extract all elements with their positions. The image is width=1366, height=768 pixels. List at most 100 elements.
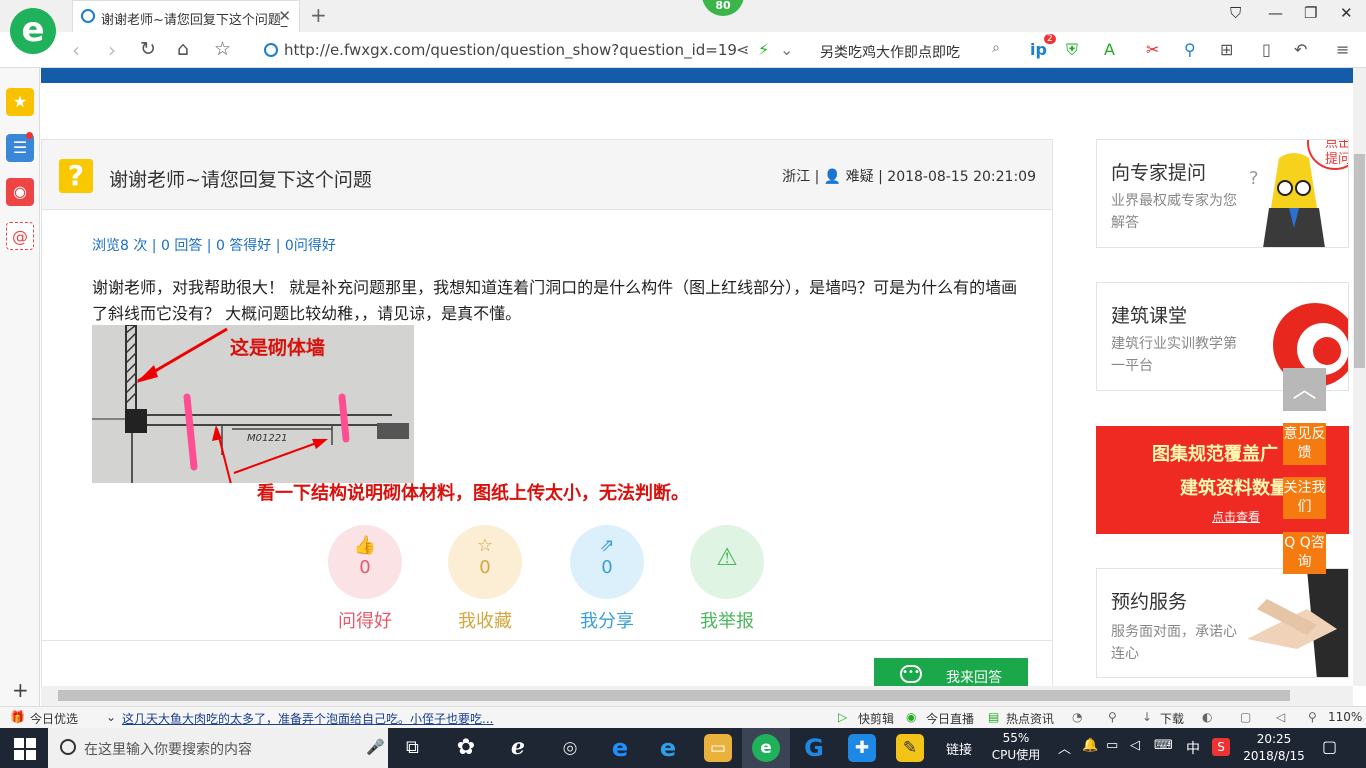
cpu-usage[interactable]: 55% CPU使用 — [990, 730, 1042, 764]
tab-title: 谢谢老师~请您回复下这个问题_ — [101, 13, 288, 28]
speaker-icon[interactable]: ◁ — [1130, 738, 1140, 753]
clock-time: 20:25 — [1256, 732, 1292, 746]
minimize-icon[interactable]: — — [1268, 4, 1283, 22]
bookmark-star-icon[interactable]: ☆ — [214, 38, 231, 60]
menu-icon[interactable]: ≡ — [1336, 40, 1349, 59]
vertical-scroll-thumb[interactable] — [1354, 154, 1365, 368]
system-clock[interactable]: 20:25 2018/8/15 — [1242, 731, 1306, 765]
keyboard-icon[interactable]: ⌨ — [1154, 738, 1173, 753]
taskbar-search[interactable]: 在这里输入你要搜索的内容 🎤 — [48, 728, 388, 768]
download-link[interactable]: 下载 — [1160, 710, 1184, 727]
question-meta: 浙江 | 👤 难疑 | 2018-08-15 20:21:09 — [782, 169, 1036, 185]
news-ticker[interactable]: 这几天大鱼大肉吃的太多了，准备弄个泡面给自己吃。小侄子也要吃... — [122, 710, 493, 727]
today-picks[interactable]: 今日优选 — [30, 710, 78, 727]
annotation-note: 看一下结构说明砌体材料，图纸上传太小，无法判断。 — [257, 483, 689, 504]
action-share[interactable]: ⇗ 0 我分享 — [570, 525, 644, 633]
hot-news-link[interactable]: 热点资讯 — [1006, 710, 1054, 727]
answer-button-label: 我来回答 — [946, 670, 1002, 686]
news-icon: ▤ — [988, 710, 1000, 724]
theme-icon[interactable]: ◐ — [1202, 710, 1212, 724]
undo-icon[interactable]: ↶ — [1294, 40, 1307, 59]
search-box[interactable]: 另类吃鸡大作即点即吃 ⌕ — [812, 36, 1008, 64]
browser-app-icon[interactable]: e — [752, 734, 780, 762]
translate-icon[interactable]: A — [1104, 40, 1115, 59]
favorites-icon[interactable]: ★ — [6, 88, 34, 116]
magnifier-icon[interactable]: ⚲ — [1184, 40, 1196, 59]
follow-button[interactable]: 关注我们 — [1283, 477, 1326, 519]
weibo-icon[interactable]: ◉ — [6, 178, 34, 206]
close-window-icon[interactable]: ✕ — [1340, 4, 1353, 22]
add-icon[interactable]: + — [12, 678, 29, 702]
bell-icon[interactable]: 🔔 — [1082, 738, 1098, 753]
task-view-icon[interactable]: ⧉ — [406, 737, 419, 758]
forward-icon[interactable]: › — [108, 38, 116, 62]
pin-icon[interactable]: ⚲ — [1108, 710, 1117, 724]
edge-icon[interactable]: e — [606, 734, 634, 762]
internet-explorer-icon[interactable]: e — [654, 734, 682, 762]
g-app-icon[interactable]: G — [800, 734, 828, 762]
fan-app-icon[interactable]: ✿ — [452, 734, 480, 762]
restore-icon[interactable]: ❐ — [1304, 4, 1317, 22]
booking-desc: 服务面对面，承诺心连心 — [1111, 624, 1237, 662]
search-icon[interactable]: ⌕ — [992, 40, 1000, 56]
notes-app-icon[interactable]: ✎ — [896, 734, 924, 762]
volume-icon[interactable]: ◁ — [1276, 710, 1285, 724]
window-icon[interactable]: ▢ — [1240, 710, 1251, 724]
speed-icon[interactable]: ◔ — [1072, 710, 1082, 724]
ie-app-icon[interactable]: ℯ — [504, 734, 532, 762]
scissors-icon[interactable]: ✂ — [1146, 40, 1159, 59]
question-card: ? 谢谢老师~请您回复下这个问题 浙江 | 👤 难疑 | 2018-08-15 … — [41, 139, 1053, 692]
home-icon[interactable]: ⌂ — [177, 38, 189, 60]
back-to-top-button[interactable]: ︿ — [1283, 368, 1326, 411]
tab-close-icon[interactable]: ✕ — [278, 7, 291, 25]
action-favorite[interactable]: ☆ 0 我收藏 — [448, 525, 522, 633]
horizontal-scroll-thumb[interactable] — [58, 690, 1290, 701]
divider — [42, 640, 1052, 641]
site-info-icon[interactable] — [264, 43, 278, 57]
feedback-button[interactable]: 意见反馈 — [1283, 423, 1326, 465]
back-icon[interactable]: ‹ — [72, 38, 80, 62]
email-icon[interactable]: @ — [6, 222, 34, 250]
network-icon[interactable]: ▭ — [1106, 738, 1118, 753]
booking-card[interactable]: 预约服务 服务面对面，承诺心连心 — [1096, 568, 1349, 678]
refresh-icon[interactable]: ↻ — [140, 38, 156, 60]
windows-start-icon[interactable] — [14, 738, 36, 760]
file-explorer-icon[interactable]: ▭ — [704, 734, 732, 762]
address-bar[interactable]: http://e.fwxgx.com/question/question_sho… — [258, 36, 804, 64]
expert-card[interactable]: 向专家提问 业界最权威专家为您解答 ? ? 点击提问 — [1096, 139, 1349, 248]
browser-logo[interactable]: e — [10, 8, 56, 54]
sogou-icon[interactable]: S — [1212, 738, 1230, 756]
question-stats[interactable]: 浏览8 次 | 0 回答 | 0 答得好 | 0问得好 — [92, 235, 336, 255]
clip-link[interactable]: 快剪辑 — [858, 710, 894, 727]
promo-link[interactable]: 点击查看 — [1212, 508, 1260, 525]
ime-indicator[interactable]: 中 — [1186, 738, 1200, 758]
plus-app-icon[interactable]: ✚ — [848, 734, 876, 762]
lightning-icon[interactable]: ⚡ — [758, 40, 769, 59]
action-center-icon[interactable]: ▢ — [1322, 737, 1337, 756]
promo-line2: 建筑资料数量 — [1180, 478, 1288, 499]
app-icon[interactable]: ◎ — [556, 734, 584, 762]
warning-icon: ⚠ — [716, 543, 738, 571]
action-good-question[interactable]: 👍 0 问得好 — [328, 525, 402, 633]
share-icon[interactable]: ⋖ — [736, 40, 749, 59]
microphone-icon[interactable]: 🎤 — [366, 738, 385, 756]
chevron-down-icon[interactable]: ⌄ — [106, 710, 116, 724]
chevron-down-icon[interactable]: ⌄ — [780, 40, 793, 59]
live-link[interactable]: 今日直播 — [926, 710, 974, 727]
play-icon: ▷ — [838, 710, 848, 724]
action-report[interactable]: ⚠ 我举报 — [690, 525, 764, 633]
apps-grid-icon[interactable]: ⊞ — [1220, 40, 1233, 59]
tablet-icon[interactable]: ▯ — [1262, 40, 1271, 59]
shirt-icon[interactable]: ⛉ — [1230, 4, 1241, 22]
zoom-level[interactable]: 110% — [1328, 710, 1362, 724]
browser-tab[interactable]: 谢谢老师~请您回复下这个问题_ ✕ — [72, 0, 300, 32]
score-badge[interactable]: 80 — [702, 0, 744, 16]
new-tab-icon[interactable]: + — [310, 3, 327, 27]
links-label[interactable]: 链接 — [946, 739, 972, 758]
thumbs-up-icon: 👍 — [353, 535, 377, 556]
chevron-up-icon[interactable]: ︿ — [1058, 738, 1071, 757]
cortana-icon — [60, 739, 76, 755]
qq-button[interactable]: Q Q咨询 — [1283, 532, 1326, 574]
ip-icon[interactable]: ip — [1030, 40, 1047, 59]
shield-icon[interactable]: ⛨ — [1066, 40, 1078, 60]
